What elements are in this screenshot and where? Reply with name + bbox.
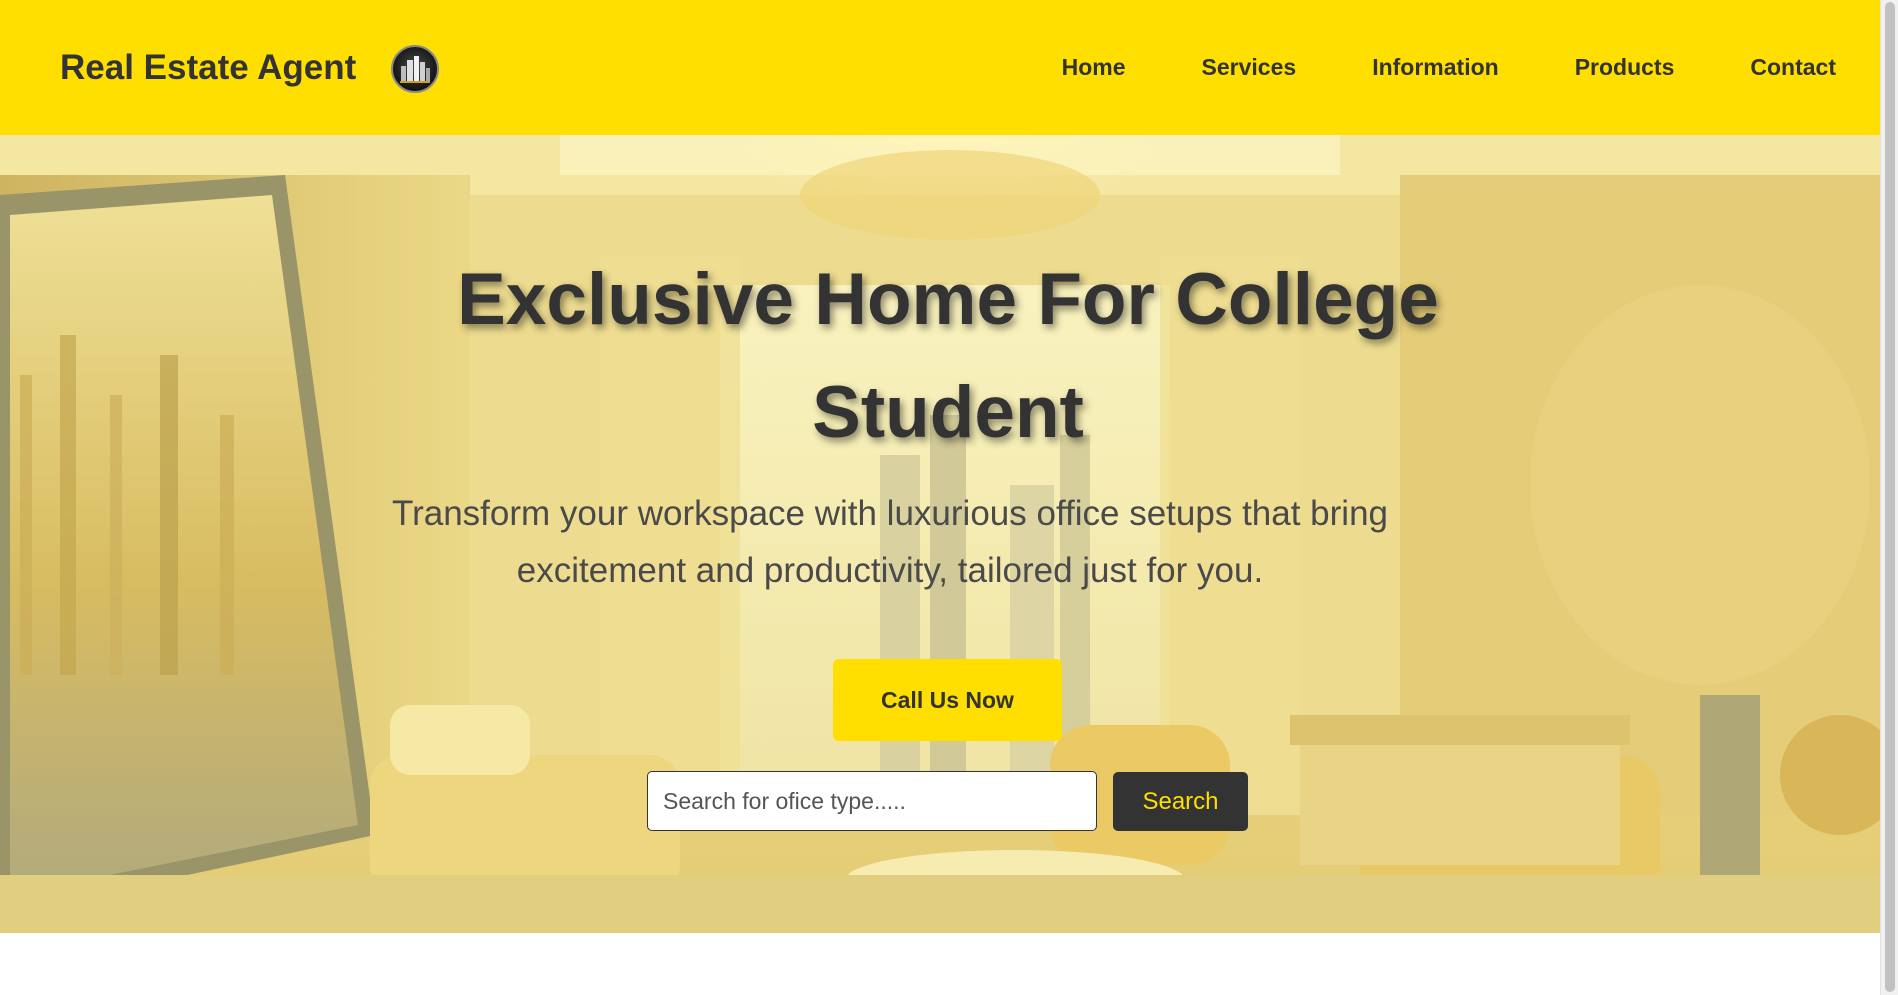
hero-section: Exclusive Home For College Student Trans…: [0, 135, 1898, 933]
nav-contact[interactable]: Contact: [1750, 54, 1836, 81]
nav-products[interactable]: Products: [1575, 54, 1675, 81]
building-emblem-icon: [391, 44, 440, 93]
search-input[interactable]: [647, 771, 1097, 831]
main-nav: Home Services Information Products Conta…: [1062, 54, 1836, 81]
nav-services[interactable]: Services: [1202, 54, 1297, 81]
hero-subtitle: Transform your workspace with luxurious …: [392, 494, 1388, 590]
nav-home[interactable]: Home: [1062, 54, 1126, 81]
call-us-now-button[interactable]: Call Us Now: [833, 659, 1062, 741]
page: Real Estate Agent Home Services Informat…: [0, 0, 1898, 995]
scrollbar-thumb[interactable]: [1885, 2, 1895, 992]
building-emblem-icon-graphic: [400, 55, 431, 83]
page-scrollbar[interactable]: [1880, 0, 1898, 995]
search-button[interactable]: Search: [1113, 772, 1248, 831]
brand-title: Real Estate Agent: [60, 47, 357, 87]
site-header: Real Estate Agent Home Services Informat…: [0, 0, 1898, 135]
hero-title: Exclusive Home For College Student: [457, 259, 1439, 453]
hero-content: Exclusive Home For College Student Trans…: [0, 135, 1898, 933]
nav-information[interactable]: Information: [1372, 54, 1499, 81]
